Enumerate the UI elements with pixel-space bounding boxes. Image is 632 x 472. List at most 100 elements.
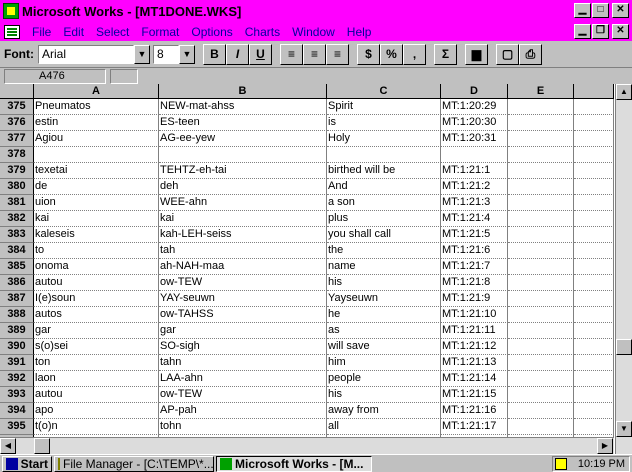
cell-a[interactable]	[34, 147, 159, 163]
font-dropdown-icon[interactable]: ▼	[133, 44, 150, 64]
minimize-button[interactable]: ▁	[574, 3, 591, 18]
cell-c[interactable]: name	[327, 259, 441, 275]
cell-e[interactable]	[508, 403, 574, 419]
menu-edit[interactable]: Edit	[57, 25, 90, 39]
document-icon[interactable]	[4, 24, 20, 39]
hscroll-thumb[interactable]	[34, 438, 50, 454]
row-header[interactable]: 387	[0, 291, 34, 307]
row-header[interactable]: 393	[0, 387, 34, 403]
cell-c[interactable]: he	[327, 307, 441, 323]
cell-b[interactable]: tohn	[159, 419, 327, 435]
cell-d[interactable]	[441, 147, 508, 163]
cell-b[interactable]: TEHTZ-eh-tai	[159, 163, 327, 179]
cell-c[interactable]: will save	[327, 339, 441, 355]
cell-f[interactable]	[574, 211, 614, 227]
menu-options[interactable]: Options	[185, 25, 238, 39]
align-left-icon[interactable]: ≡	[279, 43, 303, 65]
cell-f[interactable]	[574, 131, 614, 147]
cell-f[interactable]	[574, 307, 614, 323]
cell-c[interactable]: Spirit	[327, 99, 441, 115]
cell-d[interactable]: MT:1:21:7	[441, 259, 508, 275]
cell-d[interactable]: MT:1:21:11	[441, 323, 508, 339]
cell-a[interactable]: I(e)soun	[34, 291, 159, 307]
scroll-up-icon[interactable]: ▲	[616, 84, 632, 100]
cell-f[interactable]	[574, 339, 614, 355]
cell-a[interactable]: to	[34, 243, 159, 259]
menu-format[interactable]: Format	[135, 25, 185, 39]
cell-c[interactable]: you shall call	[327, 227, 441, 243]
cell-c[interactable]: a son	[327, 195, 441, 211]
cell-a[interactable]: onoma	[34, 259, 159, 275]
autosum-button[interactable]: Σ	[433, 43, 457, 65]
cell-b[interactable]: kah-LEH-seiss	[159, 227, 327, 243]
percent-button[interactable]: %	[379, 43, 403, 65]
cell-b[interactable]: AG-ee-yew	[159, 131, 327, 147]
row-header[interactable]: 379	[0, 163, 34, 179]
task-microsoft-works[interactable]: Microsoft Works - [M...	[216, 455, 372, 472]
row-header[interactable]: 378	[0, 147, 34, 163]
print-preview-icon[interactable]: ▢	[495, 43, 519, 65]
row-header[interactable]: 383	[0, 227, 34, 243]
cell-e[interactable]	[508, 243, 574, 259]
row-header[interactable]: 380	[0, 179, 34, 195]
cell-f[interactable]	[574, 163, 614, 179]
doc-restore-button[interactable]: ❐	[592, 24, 609, 39]
cell-d[interactable]: MT:1:21:16	[441, 403, 508, 419]
cell-f[interactable]	[574, 259, 614, 275]
cell-d[interactable]: MT:1:21:2	[441, 179, 508, 195]
row-header[interactable]: 390	[0, 339, 34, 355]
cell-d[interactable]: MT:1:21:1	[441, 163, 508, 179]
cell-e[interactable]	[508, 227, 574, 243]
scroll-left-icon[interactable]: ◀	[0, 438, 16, 454]
cell-b[interactable]: ow-TEW	[159, 387, 327, 403]
print-icon[interactable]: ⎙	[518, 43, 542, 65]
cell-a[interactable]: t(o)n	[34, 419, 159, 435]
column-header-b[interactable]: B	[159, 84, 327, 99]
cell-c[interactable]: plus	[327, 211, 441, 227]
row-header[interactable]: 389	[0, 323, 34, 339]
underline-button[interactable]: U	[248, 43, 272, 65]
column-header-c[interactable]: C	[327, 84, 441, 99]
cell-b[interactable]: AP-pah	[159, 403, 327, 419]
cell-a[interactable]: uion	[34, 195, 159, 211]
cell-d[interactable]: MT:1:21:15	[441, 387, 508, 403]
row-header[interactable]: 385	[0, 259, 34, 275]
cell-d[interactable]: MT:1:20:29	[441, 99, 508, 115]
row-header[interactable]: 376	[0, 115, 34, 131]
cell-b[interactable]: LAA-ahn	[159, 371, 327, 387]
cell-a[interactable]: estin	[34, 115, 159, 131]
start-button[interactable]: Start	[2, 455, 52, 472]
cell-d[interactable]: MT:1:21:14	[441, 371, 508, 387]
cell-d[interactable]: MT:1:21:12	[441, 339, 508, 355]
currency-button[interactable]: $	[356, 43, 380, 65]
cell-e[interactable]	[508, 291, 574, 307]
cell-c[interactable]: all	[327, 419, 441, 435]
row-header[interactable]: 377	[0, 131, 34, 147]
select-all-corner[interactable]	[0, 84, 34, 99]
cell-f[interactable]	[574, 243, 614, 259]
doc-close-button[interactable]: ✕	[612, 24, 629, 39]
cell-b[interactable]: ow-TAHSS	[159, 307, 327, 323]
tray-icon[interactable]	[554, 458, 567, 470]
row-header[interactable]: 375	[0, 99, 34, 115]
cell-b[interactable]: tahn	[159, 355, 327, 371]
cell-d[interactable]: MT:1:21:6	[441, 243, 508, 259]
cell-c[interactable]: And	[327, 179, 441, 195]
cell-c[interactable]: birthed will be	[327, 163, 441, 179]
row-header[interactable]: 394	[0, 403, 34, 419]
cell-f[interactable]	[574, 275, 614, 291]
cell-c[interactable]: the	[327, 243, 441, 259]
cell-a[interactable]: texetai	[34, 163, 159, 179]
align-right-icon[interactable]: ≡	[325, 43, 349, 65]
row-header[interactable]: 384	[0, 243, 34, 259]
cell-reference[interactable]: A476	[4, 68, 106, 84]
cell-f[interactable]	[574, 227, 614, 243]
cell-e[interactable]	[508, 275, 574, 291]
cell-d[interactable]: MT:1:21:10	[441, 307, 508, 323]
column-header-f[interactable]	[574, 84, 614, 99]
cell-f[interactable]	[574, 403, 614, 419]
cell-e[interactable]	[508, 355, 574, 371]
vertical-scrollbar[interactable]: ▲ ▼	[615, 84, 632, 454]
cell-d[interactable]: MT:1:21:3	[441, 195, 508, 211]
cell-f[interactable]	[574, 323, 614, 339]
